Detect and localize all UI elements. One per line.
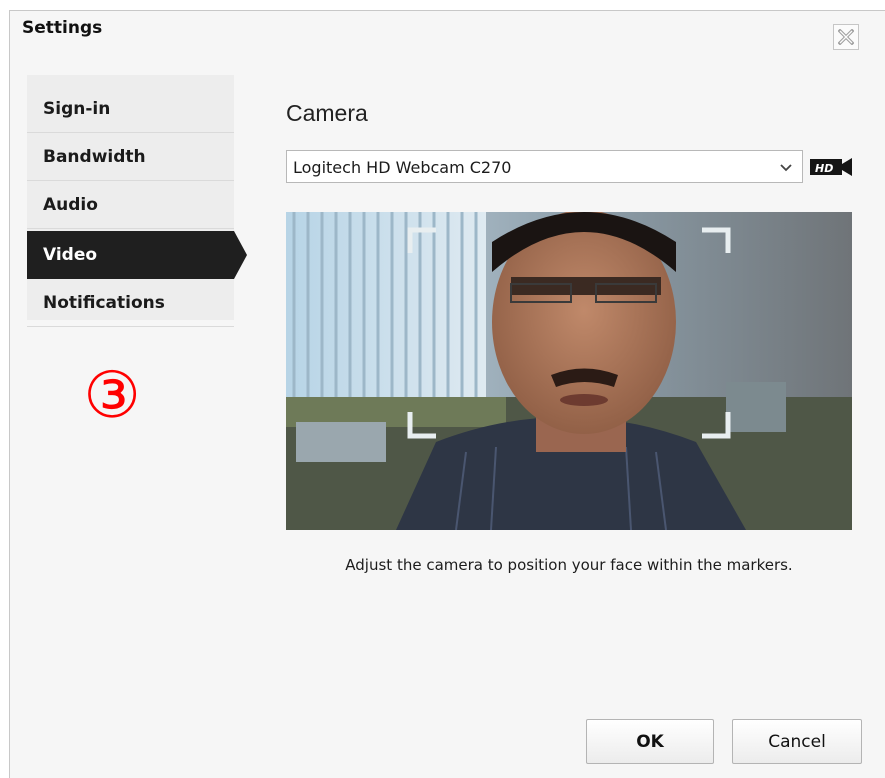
- hd-badge-text: HD: [815, 162, 833, 175]
- active-pointer-arrow: [234, 231, 247, 279]
- sidebar-item-label: Video: [43, 245, 98, 265]
- close-button[interactable]: [833, 24, 859, 50]
- sidebar-item-label: Sign-in: [43, 99, 111, 119]
- step-number-annotation: ③: [83, 359, 141, 433]
- sidebar-item-label: Audio: [43, 195, 98, 215]
- cancel-button[interactable]: Cancel: [732, 719, 862, 764]
- chevron-down-icon: [780, 164, 792, 172]
- selected-camera-value: Logitech HD Webcam C270: [293, 158, 512, 177]
- sidebar-item-label: Bandwidth: [43, 147, 146, 167]
- camera-hint-text: Adjust the camera to position your face …: [345, 556, 793, 574]
- settings-sidebar: Sign-in Bandwidth Audio Video Notificati…: [27, 75, 247, 327]
- sidebar-item-video[interactable]: Video: [27, 231, 247, 279]
- sidebar-item-audio[interactable]: Audio: [27, 181, 234, 229]
- close-x-icon: [838, 29, 854, 45]
- sidebar-item-label: Notifications: [43, 293, 165, 313]
- dialog-title: Settings: [22, 18, 103, 38]
- section-title: Camera: [286, 100, 368, 126]
- camera-device-select[interactable]: Logitech HD Webcam C270: [286, 150, 803, 183]
- sidebar-item-notifications[interactable]: Notifications: [27, 279, 234, 327]
- ok-button[interactable]: OK: [586, 719, 714, 764]
- camera-preview-image: [286, 212, 852, 530]
- sidebar-item-bandwidth[interactable]: Bandwidth: [27, 133, 234, 181]
- sidebar-item-sign-in[interactable]: Sign-in: [27, 85, 234, 133]
- camera-preview: [286, 212, 852, 530]
- window-top-edge: [0, 0, 885, 10]
- hd-camera-icon: HD: [810, 158, 852, 176]
